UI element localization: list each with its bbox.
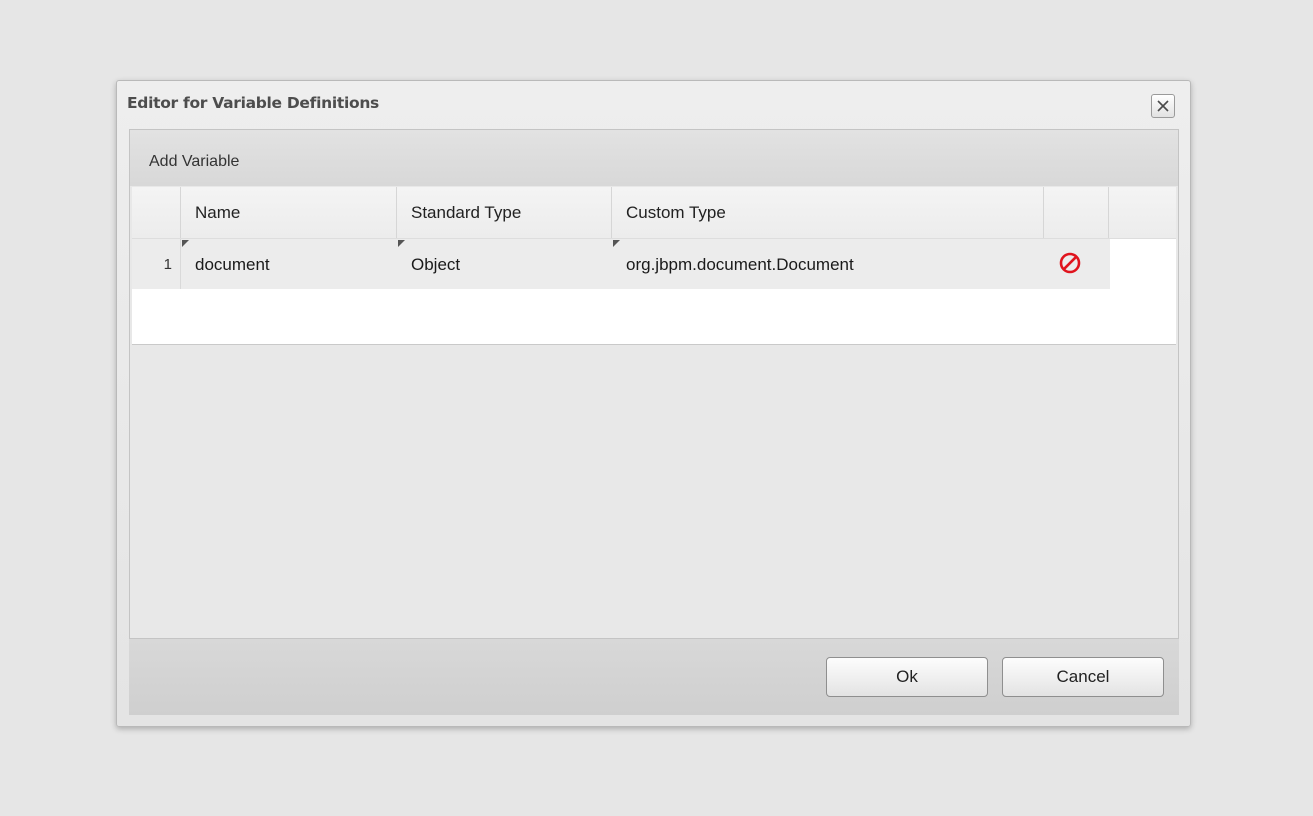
variables-panel: Add Variable Name Standard Type Custom T… <box>129 129 1179 639</box>
cell-custom-type-value: org.jbpm.document.Document <box>626 255 854 274</box>
close-x-icon <box>1157 100 1169 112</box>
header-filler <box>1109 187 1176 238</box>
header-rownum <box>132 187 181 238</box>
header-custom-type[interactable]: Custom Type <box>612 187 1044 238</box>
cell-standard-type[interactable]: Object <box>397 239 612 289</box>
header-name[interactable]: Name <box>181 187 397 238</box>
cancel-button[interactable]: Cancel <box>1002 657 1164 697</box>
edited-marker <box>398 240 405 247</box>
row-number: 1 <box>132 239 181 289</box>
ok-button[interactable]: Ok <box>826 657 988 697</box>
delete-prohibited-icon[interactable] <box>1058 251 1082 275</box>
close-button[interactable] <box>1151 94 1175 118</box>
edited-marker <box>182 240 189 247</box>
dialog-footer: Ok Cancel <box>129 639 1179 715</box>
header-standard-type[interactable]: Standard Type <box>397 187 612 238</box>
header-actions <box>1044 187 1109 238</box>
cell-standard-type-value: Object <box>411 255 461 274</box>
add-variable-button[interactable]: Add Variable <box>149 153 239 171</box>
variable-definitions-dialog: Editor for Variable Definitions Add Vari… <box>116 80 1191 727</box>
cell-name-value: document <box>195 255 270 274</box>
dialog-title: Editor for Variable Definitions <box>127 94 379 112</box>
table-row[interactable]: 1 document Object org.jbpm.document.Docu… <box>132 239 1110 289</box>
panel-toolbar: Add Variable <box>130 130 1178 186</box>
cell-custom-type[interactable]: org.jbpm.document.Document <box>612 239 1044 289</box>
dialog-title-bar[interactable]: Editor for Variable Definitions <box>117 81 1190 127</box>
variables-grid: Name Standard Type Custom Type 1 documen… <box>132 187 1176 345</box>
cell-name[interactable]: document <box>181 239 397 289</box>
grid-header: Name Standard Type Custom Type <box>132 187 1176 239</box>
edited-marker <box>613 240 620 247</box>
